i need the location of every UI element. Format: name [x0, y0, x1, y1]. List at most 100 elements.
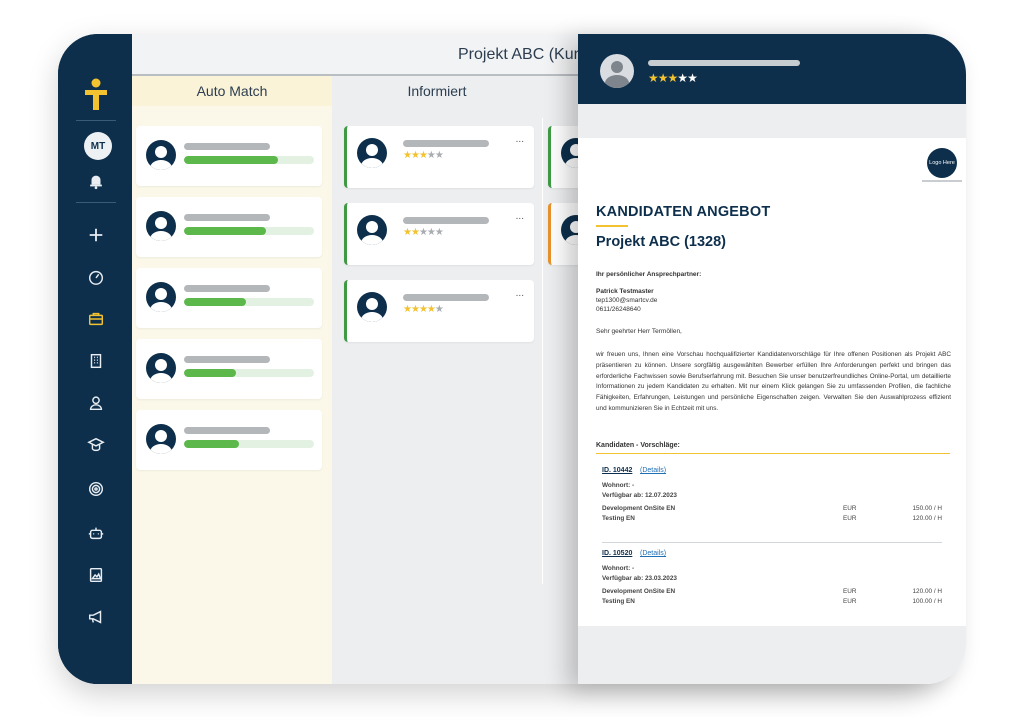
candidate-id-link[interactable]: ID. 10520 — [602, 550, 632, 557]
candidate-details-link[interactable]: (Details) — [640, 550, 666, 557]
user-icon[interactable] — [85, 392, 107, 414]
star-icon: ★ — [657, 71, 669, 85]
star-icon: ★ — [403, 304, 412, 315]
candidate-offer-document: ★★★★★ Logo Here KANDIDATEN ANGEBOT Proje… — [578, 34, 966, 684]
candidate-wohnort: Wohnort: - — [602, 565, 635, 572]
user-avatar[interactable]: MT — [84, 132, 112, 160]
rate-label: Testing EN — [602, 515, 635, 522]
star-icon: ★ — [434, 227, 444, 238]
avatar-icon — [146, 353, 176, 383]
star-icon: ★ — [687, 71, 698, 85]
name-placeholder-bar — [184, 285, 270, 292]
candidate-card[interactable]: ★★★★★... — [344, 280, 534, 342]
building-icon[interactable] — [85, 350, 107, 372]
document-project: Projekt ABC (1328) — [596, 234, 727, 250]
star-icon: ★ — [403, 150, 412, 161]
intro-paragraph: wir freuen uns, Ihnen eine Vorschau hoch… — [596, 351, 951, 412]
star-icon: ★ — [418, 227, 428, 238]
rating-stars: ★★★★★ — [403, 304, 444, 315]
contact-name: Patrick Testmaster — [596, 288, 654, 295]
rate-label: Testing EN — [602, 598, 635, 605]
candidate-card[interactable]: ★★★★★... — [344, 203, 534, 265]
rate-label: Development OnSite EN — [602, 505, 676, 512]
avatar-icon — [357, 292, 387, 322]
match-score-bar — [184, 369, 314, 377]
plus-icon[interactable] — [85, 224, 107, 246]
star-icon: ★ — [418, 304, 428, 315]
match-score-bar — [184, 156, 314, 164]
contact-label: Ihr persönlicher Ansprechpartner: — [596, 271, 702, 278]
avatar-icon — [146, 424, 176, 454]
candidate-card[interactable] — [136, 410, 322, 470]
candidate-card[interactable] — [136, 339, 322, 399]
match-score-fill — [184, 156, 278, 164]
candidate-wohnort: Wohnort: - — [602, 482, 635, 489]
name-placeholder-bar — [648, 60, 800, 66]
rating-stars: ★★★★★ — [403, 227, 444, 238]
star-icon: ★ — [410, 227, 420, 238]
more-menu-icon[interactable]: ... — [516, 288, 524, 299]
star-icon: ★ — [410, 150, 420, 161]
more-menu-icon[interactable]: ... — [516, 134, 524, 145]
logo-tagline-bar — [922, 180, 962, 182]
name-placeholder-bar — [184, 427, 270, 434]
candidates-section-title: Kandidaten - Vorschläge: — [596, 442, 680, 449]
gauge-icon[interactable] — [85, 266, 107, 288]
column-divider — [542, 118, 543, 584]
salutation: Sehr geehrter Herr Termöllen, — [596, 328, 682, 335]
image-file-icon[interactable] — [85, 564, 107, 586]
match-score-bar — [184, 298, 314, 306]
column-header-informiert[interactable]: Informiert — [332, 74, 542, 106]
target-icon[interactable] — [85, 478, 107, 500]
avatar-icon — [146, 140, 176, 170]
more-menu-icon[interactable]: ... — [516, 211, 524, 222]
star-icon: ★ — [677, 71, 688, 85]
bell-icon[interactable] — [85, 170, 107, 192]
rate-value: 120.00 / H — [912, 588, 943, 595]
rate-value: 120.00 / H — [912, 515, 943, 522]
contact-phone[interactable]: 0611/26248640 — [596, 305, 641, 314]
document-title: KANDIDATEN ANGEBOT — [596, 204, 771, 220]
avatar-placeholder-icon — [600, 54, 634, 88]
candidate-card[interactable] — [136, 197, 322, 257]
candidate-card[interactable]: ★★★★★... — [344, 126, 534, 188]
star-icon: ★ — [426, 304, 436, 315]
graduate-icon[interactable] — [85, 434, 107, 456]
megaphone-icon[interactable] — [85, 606, 107, 628]
candidate-details-link[interactable]: (Details) — [640, 467, 666, 474]
avatar-icon — [357, 215, 387, 245]
rate-value: 100.00 / H — [912, 598, 943, 605]
candidate-id-link[interactable]: ID. 10442 — [602, 467, 632, 474]
logo-placeholder: Logo Here — [927, 148, 957, 178]
star-icon: ★ — [434, 304, 444, 315]
match-score-bar — [184, 227, 314, 235]
star-icon: ★ — [434, 150, 444, 161]
document-footer — [578, 626, 966, 684]
candidate-card[interactable] — [136, 268, 322, 328]
document-header-strip — [578, 104, 966, 138]
match-score-fill — [184, 227, 266, 235]
robot-icon[interactable] — [85, 522, 107, 544]
rate-currency: EUR — [843, 598, 857, 605]
column-header-auto-match[interactable]: Auto Match — [132, 74, 332, 106]
name-placeholder-bar — [184, 143, 270, 150]
avatar-icon — [146, 211, 176, 241]
sidebar: MT — [58, 34, 132, 684]
title-underline — [596, 225, 628, 227]
name-placeholder-bar — [403, 294, 489, 301]
rate-currency: EUR — [843, 505, 857, 512]
name-placeholder-bar — [184, 214, 270, 221]
rate-currency: EUR — [843, 588, 857, 595]
stage: MT Projekt ABC (Kur Auto Match Informier… — [0, 0, 1024, 717]
briefcase-icon[interactable] — [85, 308, 107, 330]
match-score-fill — [184, 298, 247, 306]
candidate-card[interactable] — [136, 126, 322, 186]
contact-email[interactable]: tep1300@smartcv.de — [596, 296, 657, 305]
app-logo-icon[interactable] — [83, 78, 109, 112]
column-informiert: Informiert ★★★★★... ★★★★★... ★★★★★... — [332, 74, 542, 684]
match-score-fill — [184, 440, 239, 448]
star-icon: ★ — [426, 227, 436, 238]
sidebar-divider — [76, 120, 116, 121]
section-divider — [596, 453, 950, 454]
match-score-bar — [184, 440, 314, 448]
